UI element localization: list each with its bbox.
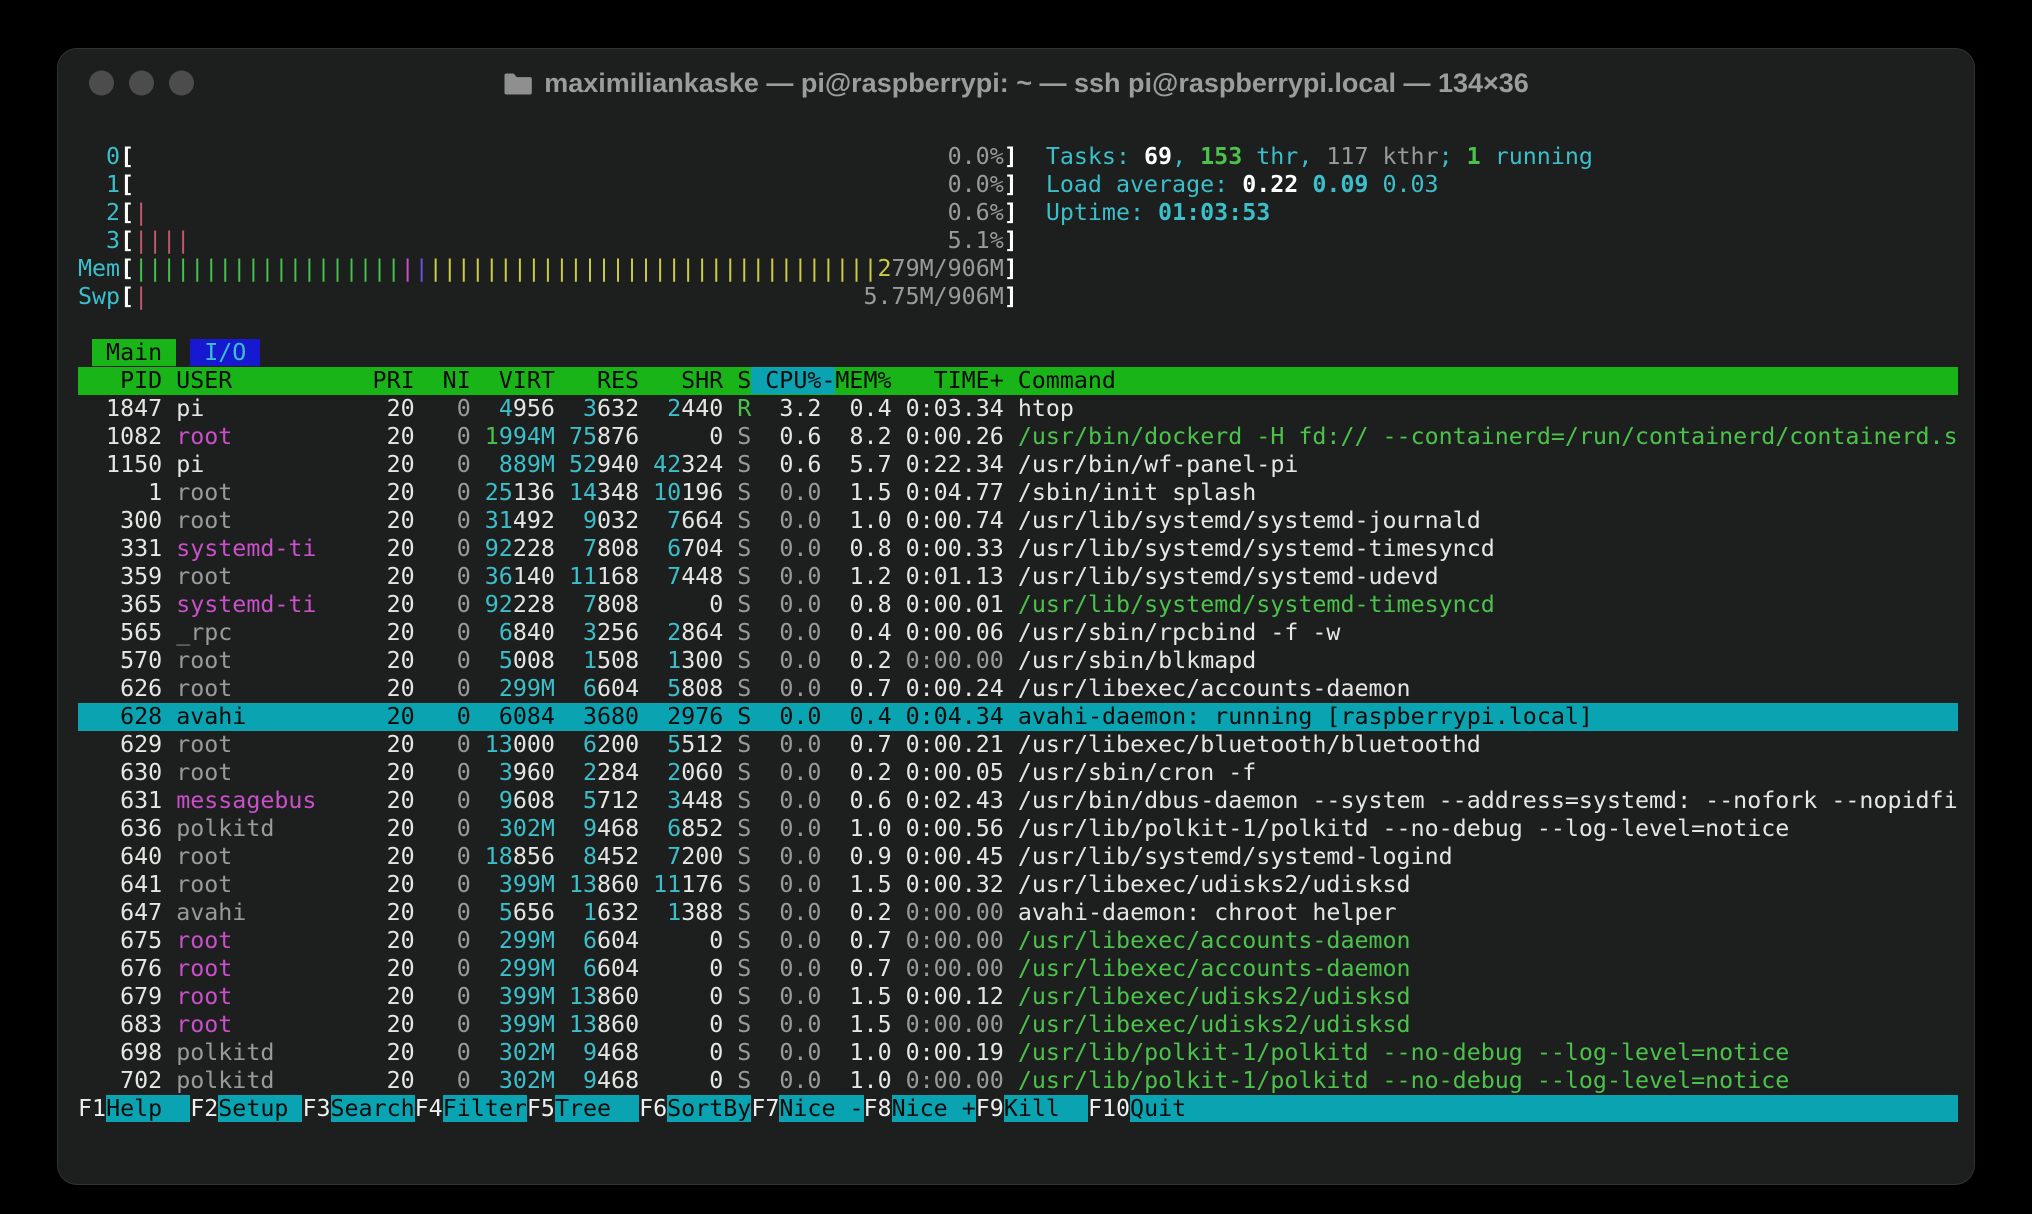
function-key-bar: F1Help F2Setup F3SearchF4FilterF5Tree F6… xyxy=(78,1095,1958,1123)
cpu1-meter-label: 1 xyxy=(78,171,120,198)
load-average: Load average: 0.22 0.09 0.03 xyxy=(1046,171,1439,198)
cpu3-meter: 3[|||| 5.1%] xyxy=(78,227,1975,255)
process-row-640[interactable]: 640 root 20 0 18856 8452 7200 S 0.0 0.9 … xyxy=(78,843,1975,871)
memory-meter-label: Mem xyxy=(78,255,120,282)
fkey-help[interactable]: F1Help xyxy=(78,1095,190,1122)
process-row-626[interactable]: 626 root 20 0 299M 6604 5808 S 0.0 0.7 0… xyxy=(78,675,1975,703)
process-row-679[interactable]: 679 root 20 0 399M 13860 0 S 0.0 1.5 0:0… xyxy=(78,983,1975,1011)
window-title-group: maximiliankaske — pi@raspberrypi: ~ — ss… xyxy=(503,68,1529,99)
process-row-628[interactable]: 628 avahi 20 0 6084 3680 2976 S 0.0 0.4 … xyxy=(78,703,1958,731)
swap-meter: Swp[| 5.75M/906M] xyxy=(78,283,1975,311)
fkey-tree[interactable]: F5Tree xyxy=(527,1095,639,1122)
tasks-summary: Tasks: 69, 153 thr, 117 kthr; 1 running xyxy=(1046,143,1593,170)
process-row-365[interactable]: 365 systemd-ti 20 0 92228 7808 0 S 0.0 0… xyxy=(78,591,1975,619)
memory-used-bar: ||||||||||||||||||| xyxy=(134,255,401,282)
spacer-row xyxy=(78,311,1975,339)
folder-icon xyxy=(503,71,533,96)
memory-buffers-bar: | xyxy=(415,255,429,282)
process-row-629[interactable]: 629 root 20 0 13000 6200 5512 S 0.0 0.7 … xyxy=(78,731,1975,759)
process-row-631[interactable]: 631 messagebus 20 0 9608 5712 3448 S 0.0… xyxy=(78,787,1975,815)
process-row-300[interactable]: 300 root 20 0 31492 9032 7664 S 0.0 1.0 … xyxy=(78,507,1975,535)
cpu1-meter: 1[ 0.0%] Load average: 0.22 0.09 0.03 xyxy=(78,171,1975,199)
process-row-565[interactable]: 565 _rpc 20 0 6840 3256 2864 S 0.0 0.4 0… xyxy=(78,619,1975,647)
cpu3-meter-bar: |||| xyxy=(134,227,190,254)
terminal-window: maximiliankaske — pi@raspberrypi: ~ — ss… xyxy=(57,48,1975,1185)
process-row-1[interactable]: 1 root 20 0 25136 14348 10196 S 0.0 1.5 … xyxy=(78,479,1975,507)
fkey-filter[interactable]: F4Filter xyxy=(415,1095,527,1122)
fkey-setup[interactable]: F2Setup xyxy=(190,1095,302,1122)
traffic-lights xyxy=(89,71,194,96)
minimize-button[interactable] xyxy=(129,71,154,96)
cpu1-meter-value: 0.0% xyxy=(948,171,1004,198)
process-row-675[interactable]: 675 root 20 0 299M 6604 0 S 0.0 0.7 0:00… xyxy=(78,927,1975,955)
process-row-1150[interactable]: 1150 pi 20 0 889M 52940 42324 S 0.6 5.7 … xyxy=(78,451,1975,479)
cpu3-meter-value: 5.1% xyxy=(948,227,1004,254)
fkey-nice-[interactable]: F7Nice - xyxy=(751,1095,863,1122)
terminal-grid: 0[ 0.0%] Tasks: 69, 153 thr, 117 kthr; 1… xyxy=(57,118,1975,1123)
cpu3-meter-label: 3 xyxy=(78,227,120,254)
process-row-702[interactable]: 702 polkitd 20 0 302M 9468 0 S 0.0 1.0 0… xyxy=(78,1067,1975,1095)
fkey-search[interactable]: F3Search xyxy=(302,1095,414,1122)
tab-io[interactable]: I/O xyxy=(190,339,260,366)
memory-cache-bar: |||||||||||||||||||||||||||||||| xyxy=(429,255,878,282)
process-row-359[interactable]: 359 root 20 0 36140 11168 7448 S 0.0 1.2… xyxy=(78,563,1975,591)
fkey-nice-[interactable]: F8Nice + xyxy=(864,1095,976,1122)
process-row-630[interactable]: 630 root 20 0 3960 2284 2060 S 0.0 0.2 0… xyxy=(78,759,1975,787)
uptime: Uptime: 01:03:53 xyxy=(1046,199,1270,226)
header-columns-right: MEM% TIME+ Command xyxy=(835,367,1116,394)
cpu2-meter-value: 0.6% xyxy=(948,199,1004,226)
cpu0-meter-label: 0 xyxy=(78,143,120,170)
process-row-331[interactable]: 331 systemd-ti 20 0 92228 7808 6704 S 0.… xyxy=(78,535,1975,563)
header-columns: PID USER PRI NI VIRT RES SHR S xyxy=(78,367,751,394)
fkey-kill[interactable]: F9Kill xyxy=(976,1095,1088,1122)
fkey-sortby[interactable]: F6SortBy xyxy=(639,1095,751,1122)
cpu0-meter: 0[ 0.0%] Tasks: 69, 153 thr, 117 kthr; 1… xyxy=(78,143,1975,171)
process-row-636[interactable]: 636 polkitd 20 0 302M 9468 6852 S 0.0 1.… xyxy=(78,815,1975,843)
cpu0-meter-value: 0.0% xyxy=(948,143,1004,170)
cpu2-meter-bar: | xyxy=(134,199,148,226)
swap-used-bar: | xyxy=(134,283,148,310)
fkey-quit[interactable]: F10Quit xyxy=(1088,1095,1958,1122)
process-row-641[interactable]: 641 root 20 0 399M 13860 11176 S 0.0 1.5… xyxy=(78,871,1975,899)
zoom-button[interactable] xyxy=(169,71,194,96)
process-row-683[interactable]: 683 root 20 0 399M 13860 0 S 0.0 1.5 0:0… xyxy=(78,1011,1975,1039)
swap-meter-label: Swp xyxy=(78,283,120,310)
process-row-676[interactable]: 676 root 20 0 299M 6604 0 S 0.0 0.7 0:00… xyxy=(78,955,1975,983)
swap-meter-value: 5.75M/906M xyxy=(863,283,1003,310)
titlebar[interactable]: maximiliankaske — pi@raspberrypi: ~ — ss… xyxy=(57,48,1975,118)
tab-main[interactable]: Main xyxy=(92,339,176,366)
process-row-647[interactable]: 647 avahi 20 0 5656 1632 1388 S 0.0 0.2 … xyxy=(78,899,1975,927)
window-title: maximiliankaske — pi@raspberrypi: ~ — ss… xyxy=(544,68,1529,99)
process-row-698[interactable]: 698 polkitd 20 0 302M 9468 0 S 0.0 1.0 0… xyxy=(78,1039,1975,1067)
sort-column-cpu[interactable]: CPU%- xyxy=(751,367,835,394)
cpu2-meter-label: 2 xyxy=(78,199,120,226)
process-row-1082[interactable]: 1082 root 20 0 1994M 75876 0 S 0.6 8.2 0… xyxy=(78,423,1975,451)
process-row-570[interactable]: 570 root 20 0 5008 1508 1300 S 0.0 0.2 0… xyxy=(78,647,1975,675)
memory-meter-value: 2 xyxy=(878,255,892,282)
screen-tabs: Main I/O xyxy=(78,339,1975,367)
close-button[interactable] xyxy=(89,71,114,96)
cpu2-meter: 2[| 0.6%] Uptime: 01:03:53 xyxy=(78,199,1975,227)
memory-shared-bar: | xyxy=(401,255,415,282)
memory-meter: Mem[||||||||||||||||||||||||||||||||||||… xyxy=(78,255,1975,283)
process-row-1847[interactable]: 1847 pi 20 0 4956 3632 2440 R 3.2 0.4 0:… xyxy=(78,395,1975,423)
process-table-header[interactable]: PID USER PRI NI VIRT RES SHR S CPU%-MEM%… xyxy=(78,367,1958,395)
